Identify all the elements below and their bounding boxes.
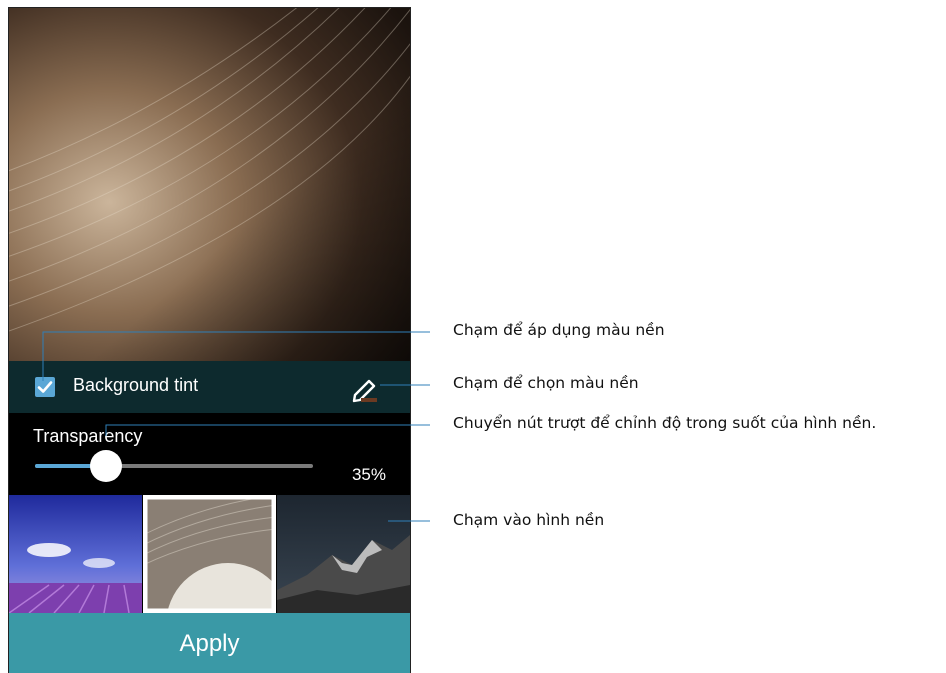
slider-thumb[interactable] — [90, 450, 122, 482]
wallpaper-thumbnails — [9, 495, 410, 613]
background-tint-checkbox[interactable] — [35, 377, 55, 397]
wallpaper-thumbnail-mountain[interactable] — [277, 495, 410, 613]
transparency-section: Transparency 35% — [9, 413, 410, 495]
checkmark-icon — [37, 381, 53, 393]
callout-apply-tint: Chạm để áp dụng màu nền — [453, 321, 665, 339]
pencil-icon[interactable] — [349, 373, 381, 403]
phone-screen: Background tint Transparency 35% Apply — [8, 7, 411, 673]
background-tint-row[interactable]: Background tint — [9, 361, 410, 413]
apply-button[interactable]: Apply — [9, 613, 410, 673]
callout-choose-color: Chạm để chọn màu nền — [453, 374, 639, 392]
transparency-slider[interactable] — [35, 450, 313, 482]
wallpaper-thumbnail-lavender[interactable] — [9, 495, 142, 613]
wallpaper-preview — [9, 8, 410, 361]
callout-tap-wallpaper: Chạm vào hình nền — [453, 511, 605, 529]
transparency-label: Transparency — [33, 426, 143, 446]
callout-slider-hint: Chuyển nút trượt để chỉnh độ trong suốt … — [453, 414, 877, 432]
transparency-value: 35% — [351, 465, 386, 484]
wallpaper-thumbnail-vinyl[interactable] — [143, 495, 276, 613]
background-tint-label: Background tint — [73, 375, 199, 395]
